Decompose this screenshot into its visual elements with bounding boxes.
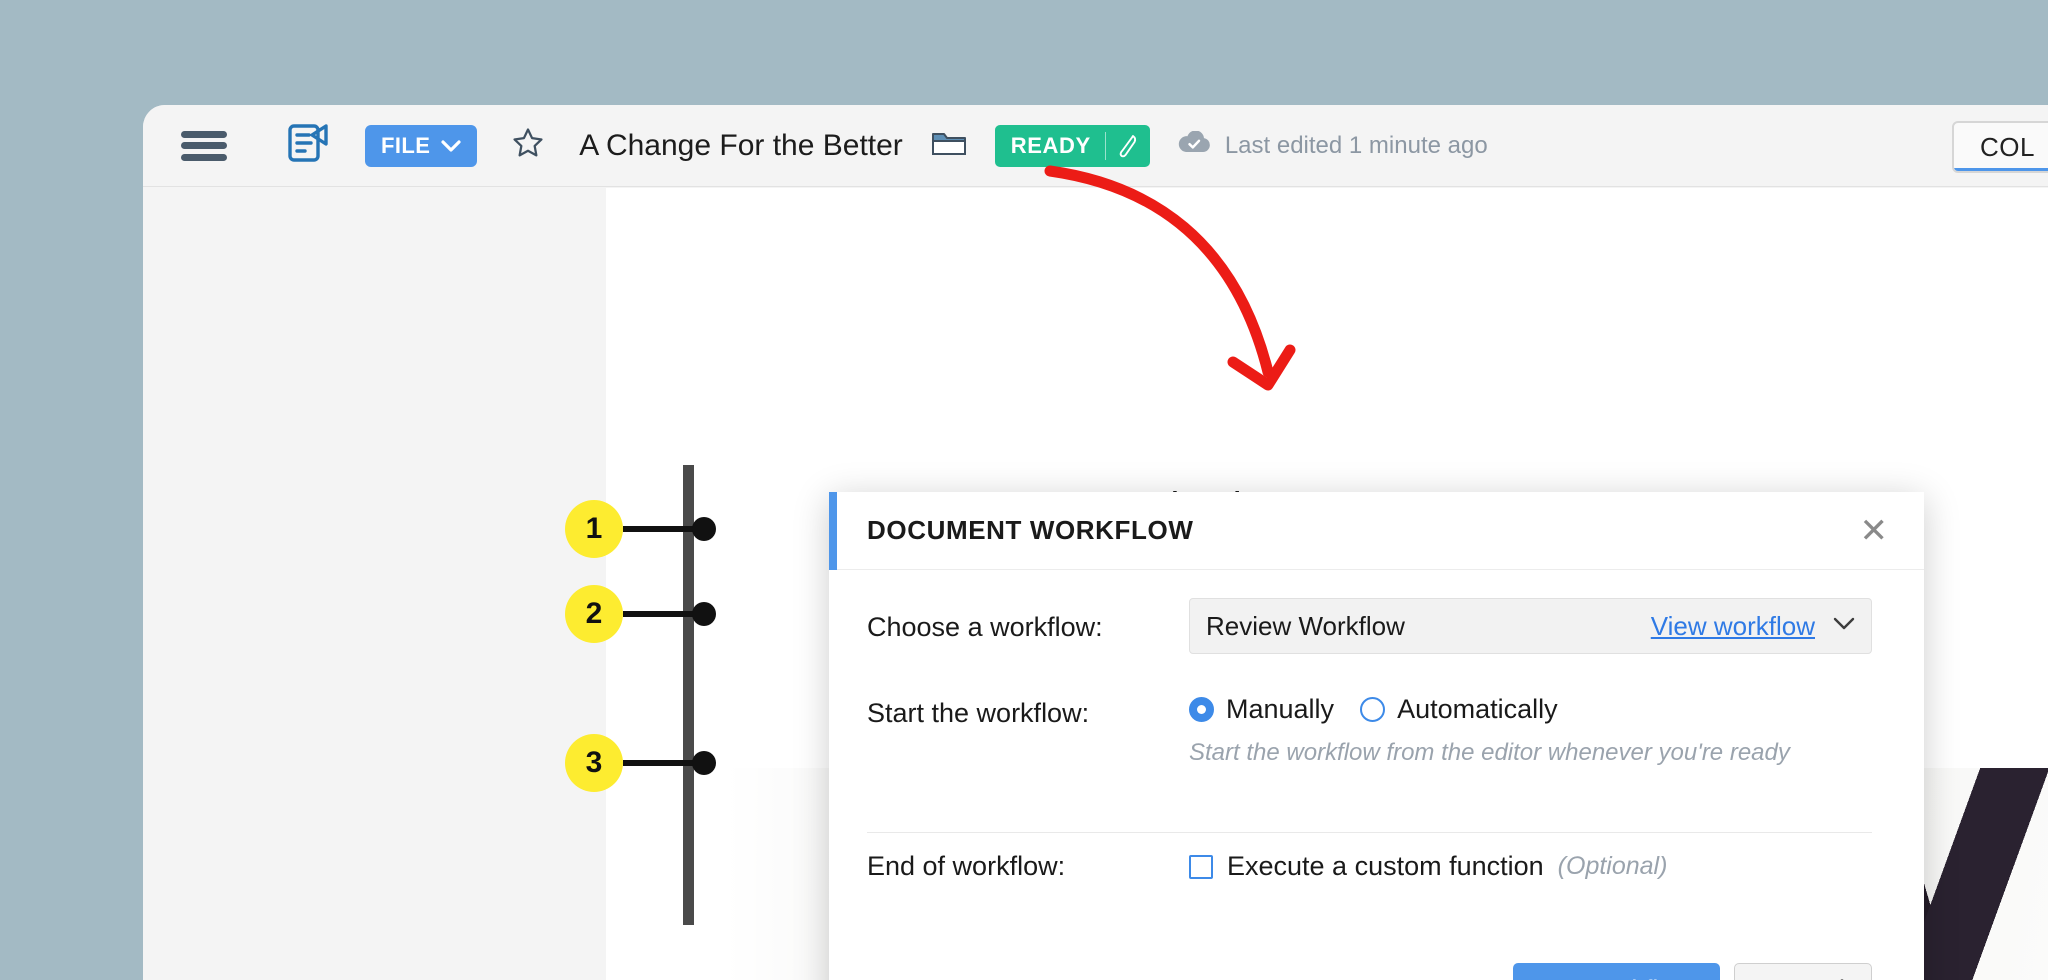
star-icon[interactable] bbox=[511, 126, 545, 165]
collaborate-button[interactable]: COL bbox=[1952, 121, 2048, 173]
radio-automatically-label: Automatically bbox=[1397, 694, 1558, 725]
radio-manually-label: Manually bbox=[1226, 694, 1334, 725]
execute-custom-function-label: Execute a custom function bbox=[1227, 851, 1544, 882]
row-choose-workflow: Choose a workflow: Review Workflow View … bbox=[867, 598, 1872, 684]
execute-custom-function-optional: (Optional) bbox=[1558, 852, 1668, 881]
save-state-text: Last edited 1 minute ago bbox=[1225, 132, 1488, 160]
start-workflow-hint: Start the workflow from the editor whene… bbox=[1189, 739, 1872, 767]
row-start-workflow: Start the workflow: Manually Automatical… bbox=[867, 684, 1872, 812]
radio-manually[interactable]: Manually bbox=[1189, 694, 1334, 725]
set-workflow-button[interactable]: Set workflow bbox=[1513, 963, 1720, 980]
execute-custom-function-checkbox[interactable] bbox=[1189, 855, 1213, 879]
save-state: Last edited 1 minute ago bbox=[1178, 131, 1488, 160]
view-workflow-link[interactable]: View workflow bbox=[1651, 611, 1815, 642]
end-of-workflow-label: End of workflow: bbox=[867, 837, 1189, 882]
close-icon[interactable]: ✕ bbox=[1852, 510, 1897, 552]
cancel-button[interactable]: Cancel bbox=[1734, 963, 1872, 980]
status-badge[interactable]: READY bbox=[995, 125, 1150, 167]
collaborate-button-label: COL bbox=[1980, 132, 2035, 163]
start-workflow-label: Start the workflow: bbox=[867, 684, 1189, 729]
photo-detail bbox=[1906, 768, 2048, 980]
modal-divider bbox=[867, 832, 1872, 833]
workflow-select-value: Review Workflow bbox=[1206, 611, 1651, 642]
radio-automatically-indicator[interactable] bbox=[1360, 697, 1385, 722]
file-menu-button[interactable]: FILE bbox=[365, 125, 477, 167]
document-review-icon[interactable] bbox=[287, 122, 329, 169]
cloud-saved-icon bbox=[1178, 131, 1212, 160]
page-title: A Change For the Better bbox=[579, 129, 903, 163]
app-window: ...mmunication ...y people across ...r w… bbox=[143, 105, 2048, 980]
pencil-icon[interactable] bbox=[1106, 134, 1150, 158]
toolbar: FILE A Change For the Better READY bbox=[143, 105, 2048, 187]
status-badge-label: READY bbox=[995, 133, 1105, 159]
hamburger-menu-icon[interactable] bbox=[181, 131, 227, 161]
row-end-of-workflow: End of workflow: Execute a custom functi… bbox=[867, 837, 1872, 911]
modal-body: Choose a workflow: Review Workflow View … bbox=[829, 570, 1924, 937]
execute-custom-function-checkbox-row[interactable]: Execute a custom function (Optional) bbox=[1189, 837, 1872, 882]
modal-accent-bar bbox=[829, 492, 837, 570]
file-menu-label: FILE bbox=[381, 133, 430, 159]
workflow-select[interactable]: Review Workflow View workflow bbox=[1189, 598, 1872, 654]
modal-footer: Set workflow Cancel bbox=[829, 937, 1924, 980]
start-workflow-radio-group: Manually Automatically bbox=[1189, 684, 1872, 725]
folder-icon[interactable] bbox=[931, 127, 967, 164]
chevron-down-icon bbox=[441, 133, 461, 159]
choose-workflow-label: Choose a workflow: bbox=[867, 598, 1189, 643]
modal-title: DOCUMENT WORKFLOW bbox=[867, 515, 1193, 546]
radio-automatically[interactable]: Automatically bbox=[1360, 694, 1558, 725]
modal-header: DOCUMENT WORKFLOW ✕ bbox=[829, 492, 1924, 570]
radio-manually-indicator[interactable] bbox=[1189, 697, 1214, 722]
document-workflow-dialog: DOCUMENT WORKFLOW ✕ Choose a workflow: R… bbox=[829, 492, 1924, 980]
chevron-down-icon[interactable] bbox=[1833, 617, 1855, 636]
